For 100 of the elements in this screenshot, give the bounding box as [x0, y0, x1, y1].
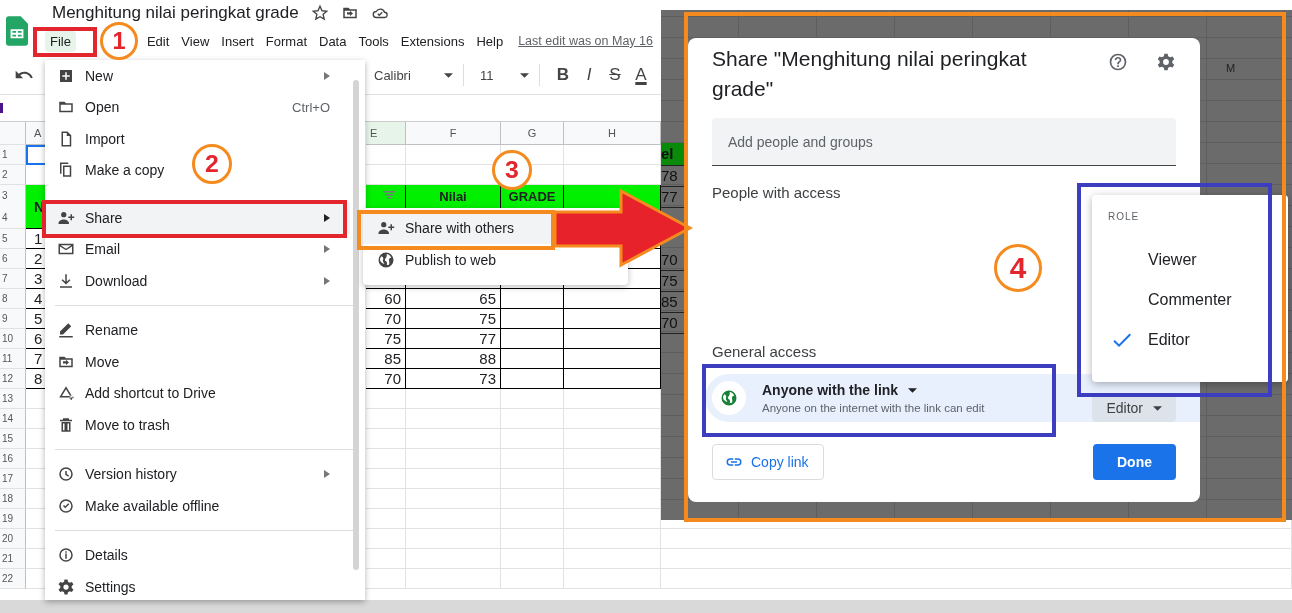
row-number[interactable]: 21	[0, 553, 25, 564]
row-header[interactable]: 7	[0, 269, 26, 289]
row-header[interactable]: 10	[0, 329, 26, 349]
row-number[interactable]: 20	[0, 533, 25, 544]
menu-item[interactable]: Data	[314, 30, 352, 52]
row-header[interactable]: 9	[0, 309, 26, 329]
menu-item[interactable]: Import	[45, 123, 145, 155]
font-dropdown[interactable]: Calibri	[374, 67, 444, 83]
row-header[interactable]: 12	[0, 369, 26, 389]
row-number[interactable]: 2	[0, 169, 25, 180]
menu-item[interactable]: Version history	[45, 458, 350, 490]
last-edit-link[interactable]: Last edit was on May 16	[518, 34, 653, 48]
row-number[interactable]: 10	[0, 333, 25, 344]
row-number[interactable]: 8	[0, 293, 25, 304]
table-cell	[366, 509, 406, 529]
row-number[interactable]: 18	[0, 493, 25, 504]
column-header[interactable]: E	[366, 122, 406, 145]
menu-item[interactable]: Move to trash	[45, 409, 190, 441]
corner-cell[interactable]	[0, 122, 26, 145]
menu-item[interactable]: Make available offline	[45, 490, 240, 522]
menu-item[interactable]: Make a copy	[45, 154, 185, 186]
row-number[interactable]: 11	[0, 353, 25, 364]
row-header[interactable]: 3 4	[0, 185, 26, 229]
row-number[interactable]: 13	[0, 393, 25, 404]
format-button[interactable]: A	[628, 65, 654, 85]
row-number[interactable]: 14	[0, 413, 25, 424]
row-header[interactable]: 15	[0, 429, 26, 449]
access-dropdown[interactable]: Anyone with the link	[762, 382, 1093, 398]
row-header[interactable]: 8	[0, 289, 26, 309]
row-number[interactable]: 3	[0, 190, 25, 202]
menu-item[interactable]: Insert	[216, 30, 259, 52]
format-button[interactable]: S	[602, 65, 628, 85]
format-button[interactable]: I	[576, 65, 602, 85]
row-header[interactable]: 16	[0, 449, 26, 469]
menu-item[interactable]: New	[45, 60, 350, 92]
row-header[interactable]: 20	[0, 529, 26, 549]
row-header[interactable]: 1	[0, 145, 26, 165]
row-header[interactable]: 21	[0, 549, 26, 569]
row-number[interactable]: 1	[0, 149, 25, 160]
download-icon	[57, 271, 75, 290]
menu-item[interactable]: View	[176, 30, 215, 52]
row-number[interactable]: 15	[0, 433, 25, 444]
row-number[interactable]: 16	[0, 453, 25, 464]
table-cell: 70	[366, 309, 406, 329]
row-number[interactable]: 7	[0, 273, 25, 284]
copy-link-button[interactable]: Copy link	[712, 444, 824, 480]
star-icon[interactable]	[310, 4, 329, 22]
row-number[interactable]: 12	[0, 373, 25, 384]
row-header[interactable]: 2	[0, 165, 26, 185]
column-header[interactable]: H	[564, 122, 661, 145]
table-cell	[366, 549, 406, 569]
row-number[interactable]: 6	[0, 253, 25, 264]
menu-item[interactable]: Share	[45, 202, 350, 234]
row-number[interactable]: 22	[0, 573, 25, 584]
add-people-field[interactable]: Add people and groups	[712, 118, 1176, 166]
menu-item[interactable]: Format	[260, 30, 312, 52]
row-header[interactable]: 11	[0, 349, 26, 369]
menu-item[interactable]: Help	[471, 30, 509, 52]
highlight-frame	[33, 27, 97, 57]
table-cell	[501, 309, 564, 329]
row-header[interactable]: 18	[0, 489, 26, 509]
table-cell: 65	[406, 289, 501, 309]
row-header[interactable]: 13	[0, 389, 26, 409]
row-number[interactable]: 5	[0, 233, 25, 244]
table-cell: 75	[406, 309, 501, 329]
caret-icon[interactable]	[444, 72, 453, 78]
filter-icon[interactable]	[383, 191, 395, 199]
menu-item[interactable]: Open Ctrl+O	[45, 91, 350, 123]
row-header[interactable]: 14	[0, 409, 26, 429]
row-number[interactable]: 19	[0, 513, 25, 524]
menu-item[interactable]: Tools	[353, 30, 394, 52]
triangle-plus-icon	[57, 384, 75, 403]
document-title[interactable]: Menghitung nilai peringkat grade	[52, 3, 299, 23]
row-header[interactable]: 6	[0, 249, 26, 269]
scrollbar[interactable]	[353, 80, 359, 570]
menu-item[interactable]: Settings	[45, 571, 156, 600]
row-header[interactable]: 19	[0, 509, 26, 529]
row-number[interactable]: 9	[0, 313, 25, 324]
menu-item[interactable]: Extensions	[395, 30, 470, 52]
row-number[interactable]: 4	[0, 211, 25, 223]
row-header[interactable]: 5	[0, 229, 26, 249]
row-header[interactable]: 22	[0, 569, 26, 589]
horizontal-scrollbar[interactable]	[0, 600, 1292, 613]
font-size-dropdown[interactable]: 11	[474, 67, 520, 83]
menu-item[interactable]: Edit	[141, 30, 175, 52]
done-button[interactable]: Done	[1093, 444, 1176, 480]
help-icon[interactable]	[1108, 52, 1128, 72]
table-cell: 77	[406, 329, 501, 349]
table-cell: 70	[366, 369, 406, 389]
row-number[interactable]: 17	[0, 473, 25, 484]
sheets-logo-icon[interactable]	[6, 16, 28, 46]
column-header[interactable]: F	[406, 122, 501, 145]
format-button[interactable]: B	[550, 65, 576, 85]
settings-icon[interactable]	[1156, 52, 1176, 72]
menu-item[interactable]: Details	[45, 539, 148, 571]
row-header[interactable]: 17	[0, 469, 26, 489]
pencil-icon	[57, 321, 75, 340]
column-header[interactable]: G	[501, 122, 564, 145]
menu-item[interactable]: File	[45, 30, 76, 52]
caret-icon[interactable]	[520, 72, 529, 78]
